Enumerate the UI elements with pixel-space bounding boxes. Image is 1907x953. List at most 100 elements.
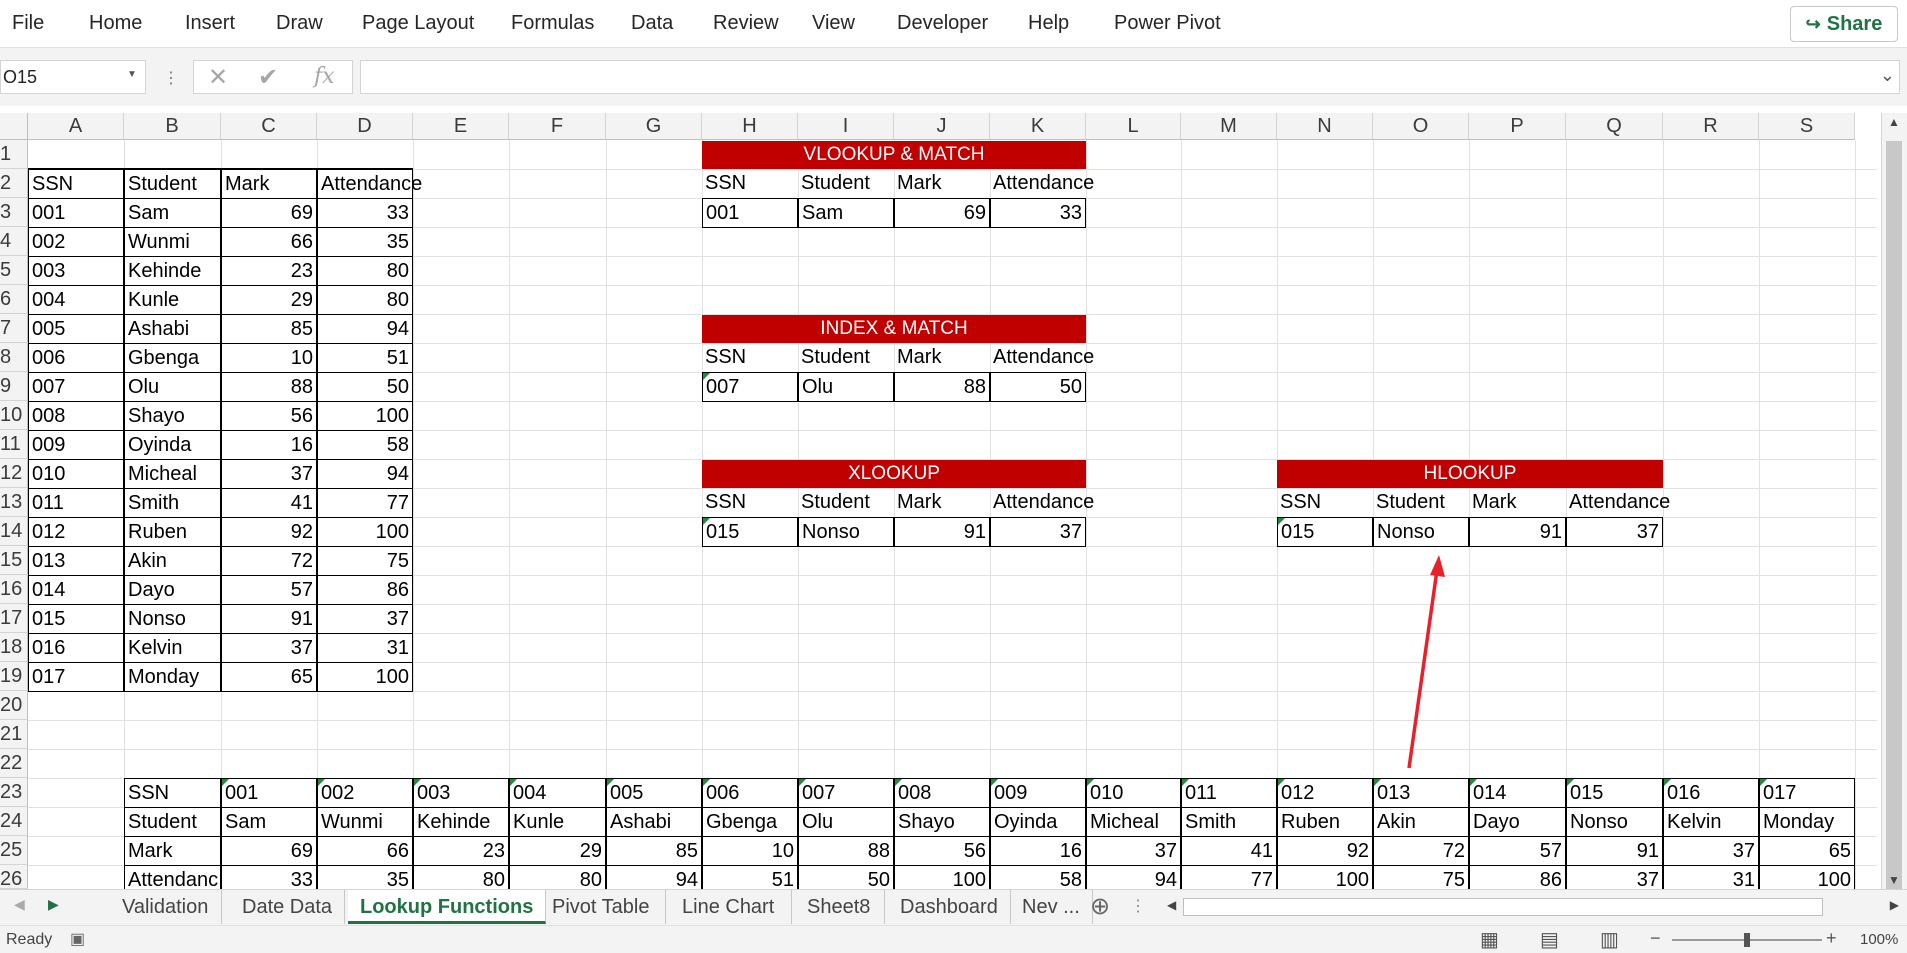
lookup-header[interactable]: Attendance bbox=[1566, 488, 1670, 517]
menu-item-power-pivot[interactable]: Power Pivot bbox=[1114, 12, 1221, 35]
menu-item-page-layout[interactable]: Page Layout bbox=[362, 12, 474, 35]
table-cell[interactable]: Oyinda bbox=[124, 430, 221, 460]
column-header[interactable]: G bbox=[606, 113, 702, 140]
hlookup-table-cell[interactable]: 41 bbox=[1181, 836, 1277, 866]
column-header[interactable]: E bbox=[413, 113, 509, 140]
sheet-tab-nev[interactable]: Nev ... bbox=[1010, 890, 1093, 924]
hlookup-table-cell[interactable]: 91 bbox=[1566, 836, 1663, 866]
column-header[interactable]: F bbox=[509, 113, 606, 140]
hlookup-table-cell[interactable]: 002 bbox=[317, 778, 413, 808]
column-header[interactable]: N bbox=[1277, 113, 1373, 140]
menu-item-insert[interactable]: Insert bbox=[185, 12, 235, 35]
table-cell[interactable]: 37 bbox=[221, 633, 317, 663]
lookup-result-cell[interactable]: Nonso bbox=[1373, 517, 1469, 547]
lookup-result-cell[interactable]: 91 bbox=[894, 517, 990, 547]
lookup-result-cell[interactable]: Olu bbox=[798, 372, 894, 402]
row-header[interactable]: 10 bbox=[0, 401, 28, 430]
table-cell[interactable]: 16 bbox=[221, 430, 317, 460]
hlookup-table-cell[interactable]: Shayo bbox=[894, 807, 990, 837]
lookup-header[interactable]: Mark bbox=[894, 488, 990, 517]
scroll-down-icon[interactable]: ▼ bbox=[1888, 873, 1900, 887]
chevron-down-icon[interactable]: ▼ bbox=[127, 69, 137, 80]
lookup-header[interactable]: SSN bbox=[702, 169, 798, 198]
table-cell[interactable]: 002 bbox=[28, 227, 124, 257]
lookup-result-cell[interactable]: 33 bbox=[990, 198, 1086, 228]
zoom-in-icon[interactable]: + bbox=[1826, 928, 1837, 949]
hlookup-table-cell[interactable]: Ruben bbox=[1277, 807, 1373, 837]
hlookup-table-cell[interactable]: 37 bbox=[1663, 836, 1759, 866]
table-cell[interactable]: 33 bbox=[317, 198, 413, 228]
row-header[interactable]: 21 bbox=[0, 720, 28, 749]
hlookup-table-cell[interactable]: Micheal bbox=[1086, 807, 1181, 837]
column-header[interactable]: C bbox=[221, 113, 317, 140]
menu-item-file[interactable]: File bbox=[12, 12, 44, 35]
row-header[interactable]: 25 bbox=[0, 836, 28, 865]
hlookup-table-cell[interactable]: 85 bbox=[606, 836, 702, 866]
table-cell[interactable]: 10 bbox=[221, 343, 317, 373]
page-break-view-icon[interactable]: ▥ bbox=[1600, 927, 1619, 952]
menu-item-review[interactable]: Review bbox=[713, 12, 779, 35]
table-cell[interactable]: 88 bbox=[221, 372, 317, 402]
column-header[interactable]: O bbox=[1373, 113, 1469, 140]
lookup-result-cell[interactable]: 50 bbox=[990, 372, 1086, 402]
hlookup-table-cell[interactable]: 56 bbox=[894, 836, 990, 866]
row-header[interactable]: 12 bbox=[0, 459, 28, 488]
table-cell[interactable]: 35 bbox=[317, 227, 413, 257]
table-cell[interactable]: 92 bbox=[221, 517, 317, 547]
hlookup-table-cell[interactable]: 66 bbox=[317, 836, 413, 866]
table-cell[interactable]: 015 bbox=[28, 604, 124, 634]
hlookup-table-cell[interactable]: Kelvin bbox=[1663, 807, 1759, 837]
table-cell[interactable]: 007 bbox=[28, 372, 124, 402]
next-sheet-icon[interactable]: ▶ bbox=[48, 896, 59, 913]
hlookup-table-cell[interactable]: Kunle bbox=[509, 807, 606, 837]
sheet-tab-line-chart[interactable]: Line Chart bbox=[670, 890, 792, 924]
expand-formula-icon[interactable]: ⌄ bbox=[1880, 65, 1895, 86]
lookup-header[interactable]: Mark bbox=[894, 343, 990, 372]
lookup-header[interactable]: SSN bbox=[1277, 488, 1373, 517]
row-header[interactable]: 6 bbox=[0, 285, 28, 314]
table-cell[interactable]: 91 bbox=[221, 604, 317, 634]
row-header[interactable]: 16 bbox=[0, 575, 28, 604]
table-cell[interactable]: 66 bbox=[221, 227, 317, 257]
hlookup-table-cell[interactable]: 006 bbox=[702, 778, 798, 808]
hlookup-table-cell[interactable]: Kehinde bbox=[413, 807, 509, 837]
table-cell[interactable]: Smith bbox=[124, 488, 221, 518]
table-cell[interactable]: Dayo bbox=[124, 575, 221, 605]
hlookup-table-cell[interactable]: 016 bbox=[1663, 778, 1759, 808]
table-cell[interactable]: Micheal bbox=[124, 459, 221, 489]
enter-icon[interactable]: ✔ bbox=[258, 63, 278, 92]
lookup-result-cell[interactable]: 37 bbox=[990, 517, 1086, 547]
row-header[interactable]: 2 bbox=[0, 169, 28, 198]
lookup-header[interactable]: Attendance bbox=[990, 169, 1094, 198]
lookup-result-cell[interactable]: 91 bbox=[1469, 517, 1566, 547]
hlookup-table-cell[interactable]: 23 bbox=[413, 836, 509, 866]
column-header[interactable]: S bbox=[1759, 113, 1855, 140]
table-cell[interactable]: 56 bbox=[221, 401, 317, 431]
page-layout-view-icon[interactable]: ▤ bbox=[1540, 927, 1559, 952]
table-cell[interactable]: Ashabi bbox=[124, 314, 221, 344]
table-cell[interactable]: 005 bbox=[28, 314, 124, 344]
lookup-result-cell[interactable]: 007 bbox=[702, 372, 798, 402]
column-header[interactable]: D bbox=[317, 113, 413, 140]
column-header[interactable]: I bbox=[798, 113, 894, 140]
hlookup-row-label[interactable]: Mark bbox=[124, 836, 221, 866]
column-header[interactable]: H bbox=[702, 113, 798, 140]
table-cell[interactable]: 008 bbox=[28, 401, 124, 431]
column-header[interactable]: M bbox=[1181, 113, 1277, 140]
lookup-result-cell[interactable]: Nonso bbox=[798, 517, 894, 547]
worksheet-grid[interactable]: A B C D E F G H I J K L M N O P Q R S 1 2 3 4 5 6 7 8 9 10 11 12 13 14 15… bbox=[0, 0, 1907, 953]
table-cell[interactable]: Olu bbox=[124, 372, 221, 402]
table-cell[interactable]: 77 bbox=[317, 488, 413, 518]
table-cell[interactable]: 011 bbox=[28, 488, 124, 518]
lookup-result-cell[interactable]: 69 bbox=[894, 198, 990, 228]
table-cell[interactable]: Wunmi bbox=[124, 227, 221, 257]
sheet-tab-date-data[interactable]: Date Data bbox=[230, 890, 346, 924]
scroll-up-icon[interactable]: ▲ bbox=[1888, 115, 1900, 129]
lookup-result-cell[interactable]: 88 bbox=[894, 372, 990, 402]
menu-item-draw[interactable]: Draw bbox=[276, 12, 323, 35]
hlookup-table-cell[interactable]: 013 bbox=[1373, 778, 1469, 808]
column-header[interactable]: L bbox=[1086, 113, 1181, 140]
hlookup-table-cell[interactable]: 009 bbox=[990, 778, 1086, 808]
horizontal-scrollbar[interactable]: ◀ ▶ bbox=[1163, 894, 1903, 920]
vertical-scrollbar[interactable]: ▲ ▼ bbox=[1881, 113, 1907, 951]
